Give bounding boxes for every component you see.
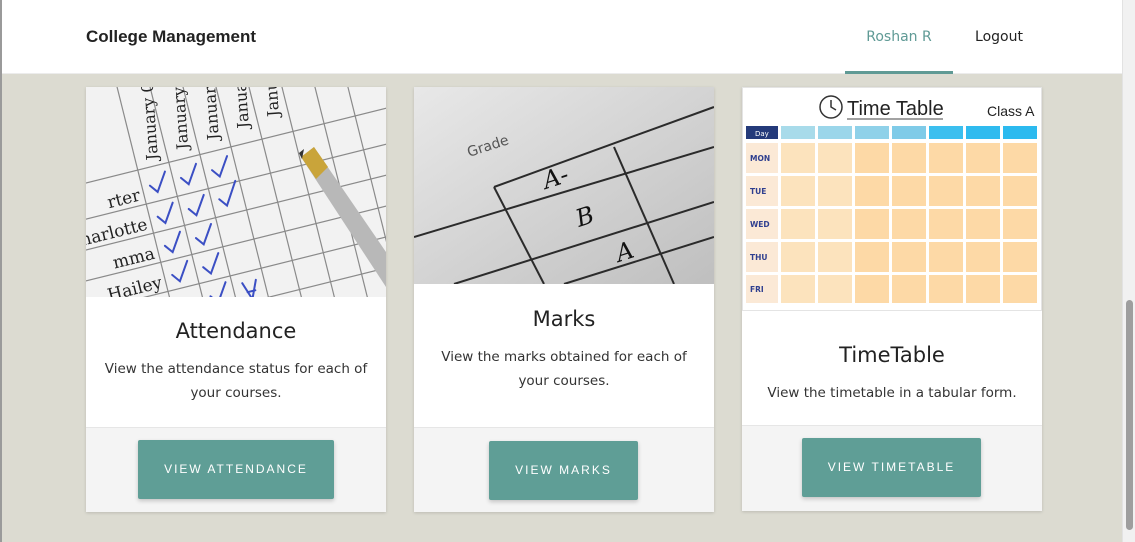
view-timetable-button[interactable]: VIEW TIMETABLE xyxy=(802,438,981,497)
marks-image: Grade A- B A xyxy=(414,87,714,284)
scrollbar[interactable] xyxy=(1122,0,1135,542)
tt-class-label: Class A xyxy=(987,103,1035,119)
tt-day-label: MON xyxy=(750,154,770,163)
nav-logout-link[interactable]: Logout xyxy=(964,0,1034,74)
card-description: View the marks obtained for each of your… xyxy=(441,349,687,389)
tt-day-label: THU xyxy=(750,253,767,262)
card-action-area: VIEW ATTENDANCE xyxy=(86,427,386,512)
tt-day-header: Day xyxy=(755,130,769,138)
top-navbar: College Management Roshan R Logout xyxy=(2,0,1122,74)
att-column-label: Janu xyxy=(261,87,283,119)
nav-user-link[interactable]: Roshan R xyxy=(845,0,953,74)
brand-title[interactable]: College Management xyxy=(86,27,256,47)
timetable-image: Time Table Class A Day MON TUE WED THU F… xyxy=(742,87,1042,311)
tt-grid: MON TUE WED THU FRI xyxy=(746,143,1037,303)
tt-day-label: TUE xyxy=(750,187,766,196)
card-title: TimeTable xyxy=(839,343,945,367)
view-attendance-button[interactable]: VIEW ATTENDANCE xyxy=(138,440,334,499)
tt-day-label: FRI xyxy=(750,285,764,294)
marks-card: Grade A- B A Marks View the marks obtain… xyxy=(414,87,714,512)
tt-heading: Time Table xyxy=(847,98,944,120)
attendance-image: January 0 January January Januar Janu rt… xyxy=(86,87,386,297)
clock-icon xyxy=(819,95,843,119)
attendance-card: January 0 January January Januar Janu rt… xyxy=(86,87,386,512)
window-border xyxy=(0,0,2,542)
view-marks-button[interactable]: VIEW MARKS xyxy=(489,441,638,500)
card-action-area: VIEW MARKS xyxy=(414,427,714,512)
card-description: View the attendance status for each of y… xyxy=(104,361,368,401)
timetable-card: Time Table Class A Day MON TUE WED THU F… xyxy=(742,87,1042,511)
tt-day-label: WED xyxy=(750,220,770,229)
att-column-label: Januar xyxy=(230,87,253,131)
card-title: Attendance xyxy=(175,319,297,343)
card-action-area: VIEW TIMETABLE xyxy=(742,425,1042,511)
scrollbar-thumb[interactable] xyxy=(1126,300,1133,530)
card-description: View the timetable in a tabular form. xyxy=(767,385,1017,401)
att-column-label: January xyxy=(199,87,222,143)
card-title: Marks xyxy=(532,307,596,331)
